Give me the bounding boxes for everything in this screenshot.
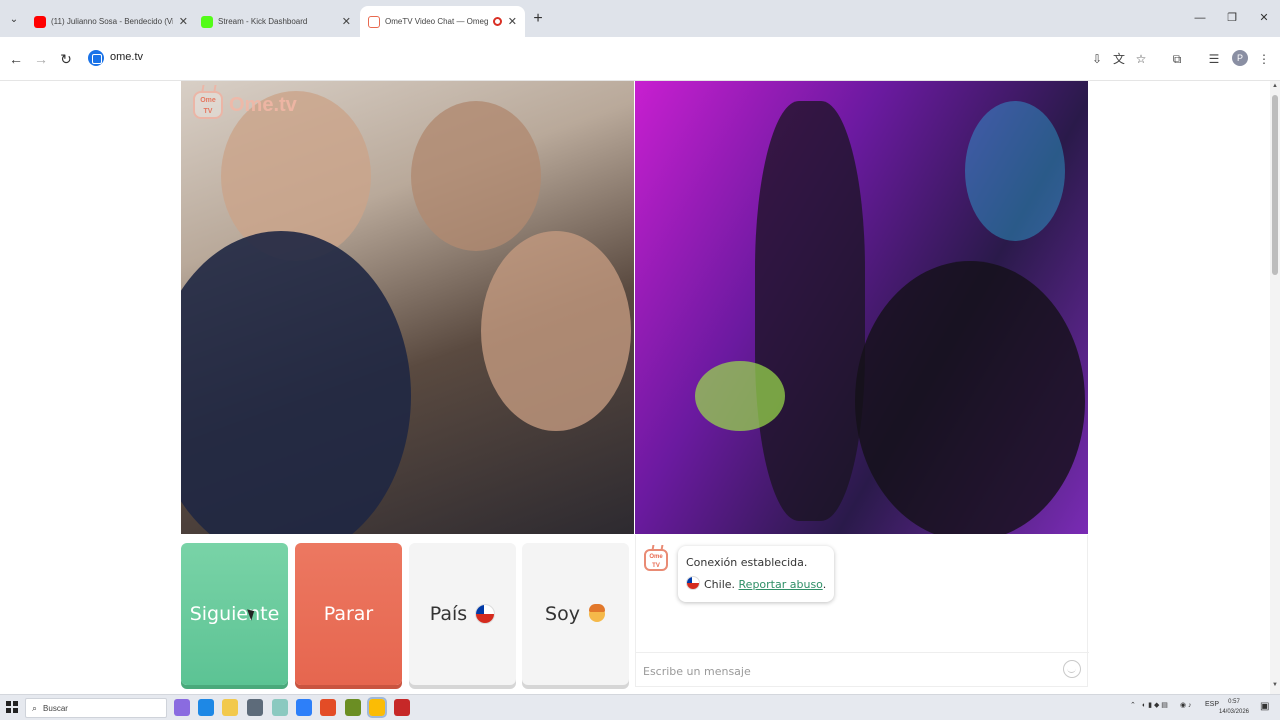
logo-text: Ome.tv xyxy=(229,93,297,116)
extensions-icon[interactable]: ⧉ xyxy=(1167,49,1187,69)
clock[interactable]: 0:57 14/03/2026 xyxy=(1214,697,1254,717)
report-abuse-link[interactable]: Reportar abuso xyxy=(739,578,823,591)
edge-icon[interactable] xyxy=(198,699,214,716)
country-name: Chile. xyxy=(704,578,736,591)
remote-video xyxy=(635,81,1088,534)
close-icon[interactable]: ✕ xyxy=(508,15,517,28)
snipping-tool-icon[interactable] xyxy=(272,699,288,716)
address-bar[interactable]: ome.tv xyxy=(110,51,143,63)
ometv-tv-icon: Ome TV xyxy=(193,91,223,119)
scroll-down-icon[interactable]: ▼ xyxy=(1270,682,1280,692)
new-tab-button[interactable]: + xyxy=(528,9,548,29)
vscode-icon[interactable] xyxy=(296,699,312,716)
tray-chevron-icon[interactable]: ⌃ xyxy=(1130,701,1136,709)
gender-button[interactable]: Soy xyxy=(522,543,629,685)
tab-title: OmeTV Video Chat — Omegle Rand... xyxy=(385,17,489,26)
kick-icon xyxy=(201,15,213,28)
local-video: Ome TV Ome.tv xyxy=(181,81,634,534)
profile-avatar[interactable]: P xyxy=(1232,50,1248,66)
file-explorer-icon[interactable] xyxy=(222,699,238,716)
taskbar-search[interactable]: ⌕ Buscar xyxy=(25,698,167,718)
country-button[interactable]: País xyxy=(409,543,516,685)
chile-flag-icon xyxy=(686,576,700,590)
scroll-thumb[interactable] xyxy=(1272,95,1278,275)
youtube-icon xyxy=(34,15,46,28)
close-icon[interactable]: ✕ xyxy=(342,15,351,28)
reading-list-icon[interactable]: ☰ xyxy=(1204,49,1224,69)
clock-date: 14/03/2026 xyxy=(1218,709,1250,715)
video-face xyxy=(411,101,541,251)
system-message: Conexión establecida. Chile. Reportar ab… xyxy=(678,546,835,602)
ometv-tv-icon: Ome TV xyxy=(644,549,668,571)
browser-tabstrip: ⌄ (11) Julianno Sosa - Bendecido (Video … xyxy=(0,0,1280,37)
reload-icon[interactable]: ↻ xyxy=(56,49,76,69)
close-window-icon[interactable]: ✕ xyxy=(1252,8,1276,28)
tab-search-chevron-icon[interactable]: ⌄ xyxy=(4,9,24,29)
browser-toolbar: ← → ↻ ome.tv ⇩ 文 ☆ ⧉ ☰ P ⋮ xyxy=(0,37,1280,81)
translate-icon[interactable]: 文 xyxy=(1109,49,1129,69)
ometv-icon xyxy=(368,15,380,28)
country-button-label: País xyxy=(429,603,468,625)
video-person xyxy=(855,261,1085,534)
close-icon[interactable]: ✕ xyxy=(179,15,188,28)
scroll-up-icon[interactable]: ▲ xyxy=(1270,83,1280,93)
country-line: Chile. Reportar abuso. xyxy=(686,574,826,596)
windows-start-icon[interactable] xyxy=(6,701,18,713)
video-face xyxy=(481,231,631,431)
chat-input-bar xyxy=(636,652,1089,687)
install-app-icon[interactable]: ⇩ xyxy=(1087,49,1107,69)
app-icon[interactable] xyxy=(345,699,361,716)
tray-app-icons[interactable]: ◐ ▮ ◆ ▤ xyxy=(1142,701,1168,709)
gender-button-label: Soy xyxy=(545,603,580,625)
video-stool xyxy=(695,361,785,431)
emoji-icon[interactable] xyxy=(1063,660,1081,678)
next-button-label: Siguiente xyxy=(189,603,280,625)
tab-kick[interactable]: Stream - Kick Dashboard ✕ xyxy=(193,6,359,37)
chrome-icon[interactable] xyxy=(320,699,336,716)
notification-icon[interactable]: ▣ xyxy=(1260,701,1269,712)
network-volume-icons[interactable]: ◉ ♪ xyxy=(1180,701,1192,709)
calculator-icon[interactable] xyxy=(247,699,263,716)
bookmark-star-icon[interactable]: ☆ xyxy=(1131,49,1151,69)
back-icon[interactable]: ← xyxy=(6,49,26,69)
copilot-icon[interactable] xyxy=(174,699,190,716)
tab-title: Stream - Kick Dashboard xyxy=(218,17,308,26)
search-icon: ⌕ xyxy=(32,702,38,713)
tab-youtube[interactable]: (11) Julianno Sosa - Bendecido (Video Of… xyxy=(26,6,196,37)
chrome-active-icon[interactable] xyxy=(367,697,387,718)
page-scrollbar[interactable]: ▲ ▼ xyxy=(1270,81,1280,694)
recording-icon xyxy=(492,17,502,26)
video-light xyxy=(965,101,1065,241)
report-suffix: . xyxy=(822,578,827,591)
ometv-page: Ome TV Ome.tv Siguiente Parar País Soy O… xyxy=(0,81,1270,694)
maximize-icon[interactable]: ❐ xyxy=(1220,8,1244,28)
taskbar-search-label: Buscar xyxy=(43,703,68,713)
obs-icon[interactable] xyxy=(394,699,410,716)
chat-avatar: Ome TV xyxy=(644,549,668,571)
stop-button-label: Parar xyxy=(323,603,374,625)
site-info-icon[interactable] xyxy=(88,50,104,66)
video-shirt xyxy=(181,231,411,534)
connection-status: Conexión establecida. xyxy=(686,556,808,569)
boy-icon xyxy=(588,604,606,624)
menu-kebab-icon[interactable]: ⋮ xyxy=(1254,49,1274,69)
chile-flag-icon xyxy=(475,604,496,624)
tab-ometv[interactable]: OmeTV Video Chat — Omegle Rand... ✕ xyxy=(360,6,525,37)
forward-icon[interactable]: → xyxy=(31,49,51,69)
windows-taskbar: ⌕ Buscar ⌃ ◐ ▮ ◆ ▤ ◉ ♪ ESP 0:57 14/03/20… xyxy=(0,694,1280,720)
chat-panel: Ome TV Conexión establecida. Chile. Repo… xyxy=(635,535,1089,687)
minimize-icon[interactable]: — xyxy=(1188,8,1212,28)
ometv-logo: Ome TV Ome.tv xyxy=(193,91,297,119)
tab-title: (11) Julianno Sosa - Bendecido (Video Of… xyxy=(51,17,173,26)
video-person xyxy=(755,101,865,521)
stop-button[interactable]: Parar xyxy=(295,543,402,685)
message-input[interactable] xyxy=(643,661,1043,681)
next-button[interactable]: Siguiente xyxy=(181,543,288,685)
clock-time: 0:57 xyxy=(1228,699,1240,705)
